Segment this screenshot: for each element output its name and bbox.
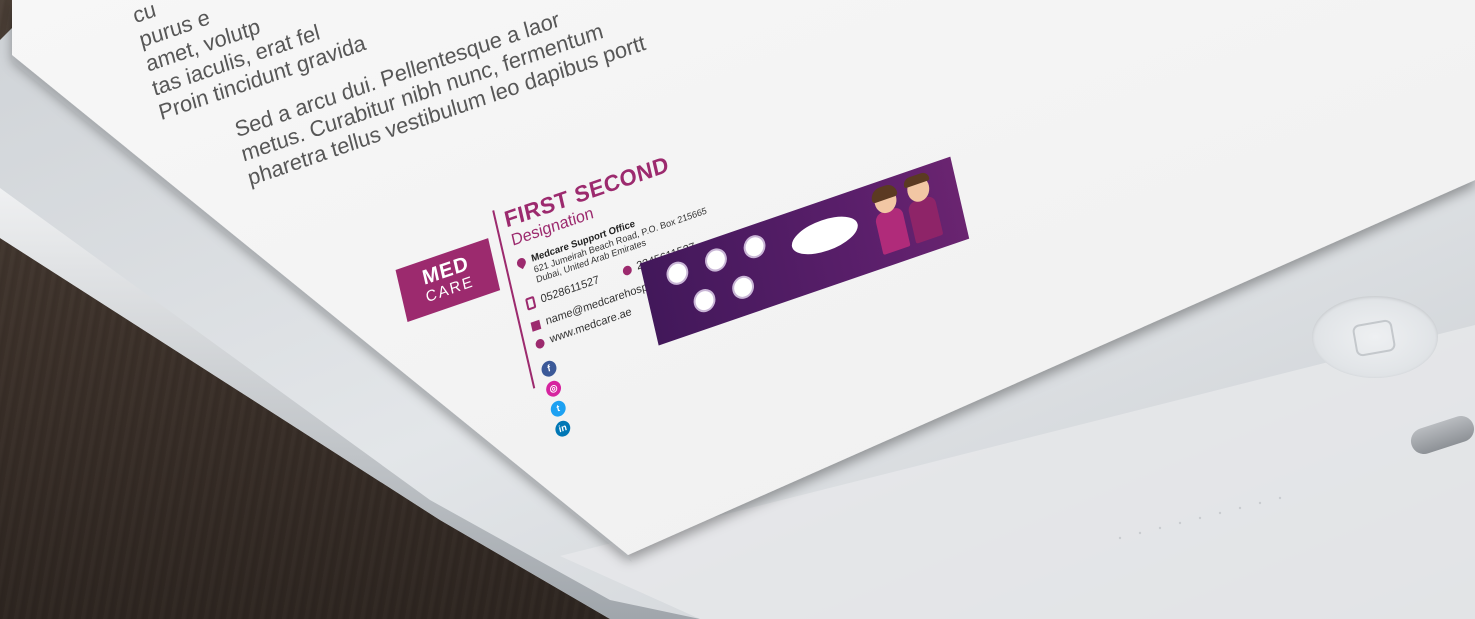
tablet — [0, 0, 1475, 619]
home-button[interactable] — [1312, 296, 1438, 378]
home-square-icon — [1351, 318, 1397, 358]
scene: cu purus e amet, volutp tas iaculis, era… — [0, 0, 1475, 619]
